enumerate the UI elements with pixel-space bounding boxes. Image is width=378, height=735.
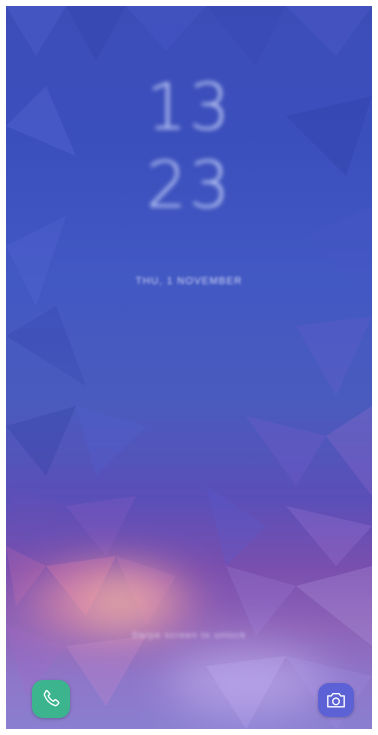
- camera-icon: [327, 692, 345, 708]
- wallpaper-glow-peach: [76, 581, 166, 621]
- unlock-hint: Swipe screen to unlock: [131, 630, 247, 640]
- camera-shortcut-button[interactable]: [318, 683, 354, 717]
- phone-shortcut-button[interactable]: [32, 680, 70, 718]
- clock-minute: 23: [146, 149, 232, 223]
- phone-icon: [43, 689, 60, 707]
- wallpaper-glow-lilac: [166, 646, 326, 716]
- date-label: THU, 1 NOVEMBER: [135, 276, 243, 287]
- clock-hour: 13: [146, 71, 232, 145]
- lock-screen[interactable]: 13 23 THU, 1 NOVEMBER Swipe screen to un…: [6, 6, 372, 729]
